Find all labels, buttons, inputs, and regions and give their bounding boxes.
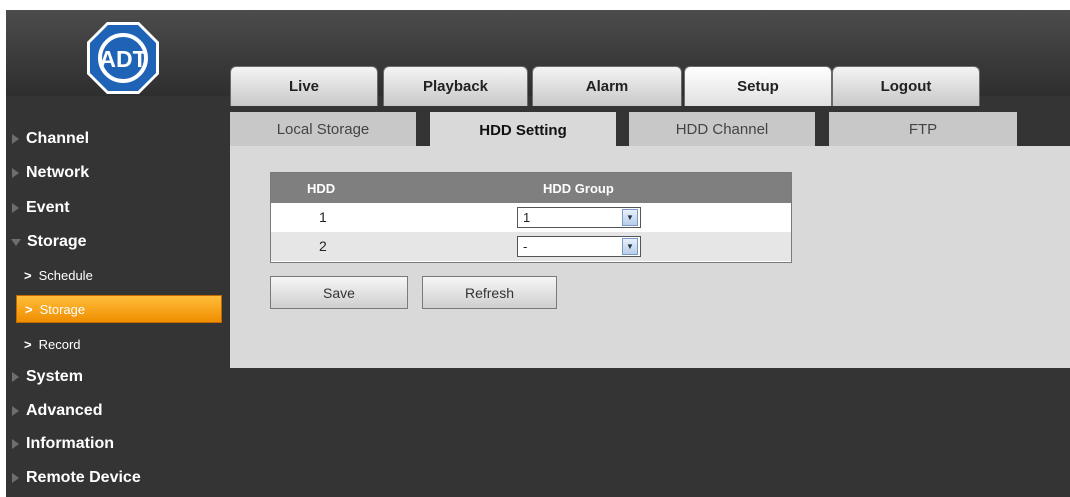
- sidebar-item-label: System: [26, 368, 83, 385]
- sidebar-item-channel[interactable]: Channel: [6, 125, 224, 153]
- tab-local-storage-label: Local Storage: [276, 120, 370, 138]
- tab-hdd-setting-label: HDD Setting: [479, 121, 567, 139]
- tab-local-storage[interactable]: Local Storage: [230, 112, 416, 146]
- triangle-right-icon: [12, 406, 19, 416]
- table-row: 2 - ▼: [271, 232, 791, 261]
- table-row: 1 1 ▼: [271, 203, 791, 232]
- tab-logout[interactable]: Logout: [832, 66, 980, 106]
- sidebar-item-system[interactable]: System: [6, 363, 224, 391]
- table-header: HDD HDD Group: [271, 173, 791, 203]
- tab-playback[interactable]: Playback: [383, 66, 528, 106]
- tab-hdd-channel-label: HDD Channel: [675, 120, 769, 138]
- save-button-label: Save: [323, 284, 355, 301]
- column-header-hdd: HDD: [307, 181, 336, 196]
- save-button[interactable]: Save: [270, 276, 408, 309]
- adt-logo: ADT: [87, 22, 159, 94]
- triangle-right-icon: [12, 203, 19, 213]
- chevron-right-icon: >: [24, 267, 32, 283]
- chevron-down-icon[interactable]: ▼: [622, 209, 638, 226]
- svg-text:ADT: ADT: [99, 46, 146, 72]
- sidebar-item-event[interactable]: Event: [6, 194, 224, 222]
- sidebar-item-label: Information: [26, 435, 114, 452]
- tab-alarm[interactable]: Alarm: [532, 66, 682, 106]
- triangle-right-icon: [12, 372, 19, 382]
- column-header-hdd-group: HDD Group: [543, 181, 614, 196]
- sidebar-item-label: Remote Device: [26, 469, 141, 486]
- refresh-button[interactable]: Refresh: [422, 276, 557, 309]
- hdd-group-value: 1: [523, 210, 531, 225]
- tab-setup[interactable]: Setup: [684, 66, 832, 106]
- chevron-down-icon[interactable]: ▼: [622, 238, 638, 255]
- hdd-group-select[interactable]: 1 ▼: [517, 207, 641, 228]
- triangle-down-icon: [11, 238, 21, 246]
- sidebar-item-label: Channel: [26, 130, 90, 147]
- sidebar-subitem-schedule[interactable]: > Schedule: [16, 261, 222, 289]
- sidebar-subitem-label: Record: [38, 336, 81, 352]
- hdd-number: 2: [319, 238, 327, 254]
- hdd-setting-panel: HDD HDD Group 1 1 ▼ 2 - ▼ Save Refresh: [230, 146, 1070, 368]
- sidebar-subitem-label: Storage: [39, 301, 86, 317]
- sidebar-subitem-storage[interactable]: > Storage: [16, 295, 222, 323]
- sidebar-item-storage[interactable]: Storage: [6, 228, 224, 256]
- tab-logout-label: Logout: [880, 78, 932, 95]
- tab-hdd-setting[interactable]: HDD Setting: [430, 112, 616, 148]
- refresh-button-label: Refresh: [464, 284, 515, 301]
- hdd-group-value: -: [523, 239, 528, 254]
- sidebar-item-information[interactable]: Information: [6, 430, 224, 458]
- chevron-right-icon: >: [25, 301, 33, 317]
- header-bar: ADT Live Playback Alarm Setup Logout: [6, 10, 1070, 106]
- tab-live[interactable]: Live: [230, 66, 378, 106]
- tab-playback-label: Playback: [422, 78, 489, 95]
- sidebar-item-label: Storage: [27, 233, 87, 250]
- sidebar-item-remote-device[interactable]: Remote Device: [6, 464, 224, 492]
- chevron-right-icon: >: [24, 336, 32, 352]
- tab-live-label: Live: [288, 78, 319, 95]
- tab-alarm-label: Alarm: [585, 78, 629, 95]
- sidebar-item-label: Network: [26, 164, 90, 181]
- triangle-right-icon: [12, 168, 19, 178]
- sidebar-item-label: Advanced: [26, 402, 103, 419]
- tab-hdd-channel[interactable]: HDD Channel: [629, 112, 815, 146]
- triangle-right-icon: [12, 134, 19, 144]
- triangle-right-icon: [12, 439, 19, 449]
- tab-ftp[interactable]: FTP: [829, 112, 1017, 146]
- hdd-group-select[interactable]: - ▼: [517, 236, 641, 257]
- triangle-right-icon: [12, 473, 19, 483]
- sidebar-subitem-record[interactable]: > Record: [16, 330, 222, 358]
- sidebar-item-advanced[interactable]: Advanced: [6, 397, 224, 425]
- sidebar-subitem-label: Schedule: [38, 267, 93, 283]
- hdd-number: 1: [319, 209, 327, 225]
- sidebar-item-label: Event: [26, 199, 70, 216]
- sidebar-item-network[interactable]: Network: [6, 159, 224, 187]
- hdd-table: HDD HDD Group 1 1 ▼ 2 - ▼: [270, 172, 792, 263]
- tab-ftp-label: FTP: [908, 120, 938, 138]
- tab-setup-label: Setup: [737, 78, 779, 95]
